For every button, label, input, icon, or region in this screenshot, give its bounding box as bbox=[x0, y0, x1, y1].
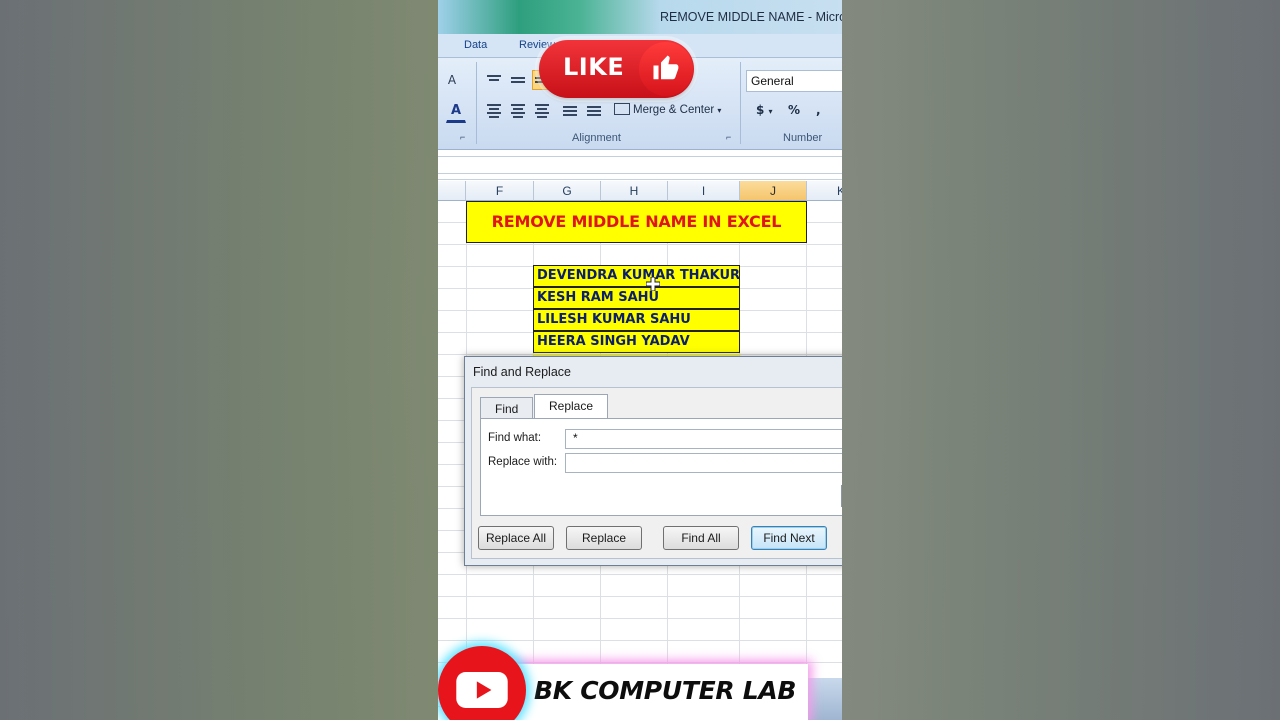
video-frame: REMOVE MIDDLE NAME - Micros Data Review … bbox=[438, 0, 842, 720]
merge-center-button[interactable]: Merge & Center ▾ bbox=[614, 103, 721, 116]
column-header-j[interactable]: J bbox=[740, 181, 807, 201]
thumbs-up-badge bbox=[639, 42, 693, 96]
name-cell-3[interactable]: LILESH KUMAR SAHU bbox=[533, 309, 740, 331]
percent-style-button[interactable]: % bbox=[788, 103, 800, 117]
align-top-icon[interactable] bbox=[484, 68, 504, 88]
replace-panel: Find what: * Replace with: bbox=[480, 418, 842, 516]
replace-all-button[interactable]: Replace All bbox=[478, 526, 554, 550]
column-header-f[interactable]: F bbox=[466, 181, 534, 201]
column-header-partial bbox=[438, 181, 466, 201]
column-header-i[interactable]: I bbox=[668, 181, 740, 201]
like-badge[interactable]: LIKE bbox=[539, 40, 694, 98]
align-center-icon[interactable] bbox=[508, 101, 528, 121]
tab-find[interactable]: Find bbox=[480, 397, 534, 419]
find-next-button[interactable]: Find Next bbox=[751, 526, 827, 550]
font-dialog-launcher-icon[interactable]: ⌐ bbox=[460, 132, 465, 142]
replace-with-label: Replace with: bbox=[488, 456, 558, 468]
name-cell-4[interactable]: HEERA SINGH YADAV bbox=[533, 331, 740, 353]
increase-indent-icon[interactable] bbox=[584, 101, 604, 121]
channel-name: BK COMPUTER LAB bbox=[534, 676, 797, 705]
blurred-backdrop-right bbox=[842, 0, 1280, 720]
column-header-h[interactable]: H bbox=[601, 181, 668, 201]
find-what-label: Find what: bbox=[488, 432, 542, 444]
number-format-select[interactable]: General bbox=[746, 70, 842, 92]
formula-bar[interactable] bbox=[438, 150, 842, 180]
find-all-button[interactable]: Find All bbox=[663, 526, 739, 550]
currency-format-button[interactable]: $ ▾ bbox=[756, 103, 773, 117]
decrease-indent-icon[interactable] bbox=[560, 101, 580, 121]
status-bar-remnant bbox=[808, 678, 842, 720]
align-middle-icon[interactable] bbox=[508, 70, 528, 90]
font-color-icon[interactable]: A bbox=[446, 101, 466, 123]
align-right-icon[interactable] bbox=[532, 101, 552, 121]
number-group-label: Number bbox=[783, 132, 823, 144]
options-button[interactable] bbox=[841, 485, 842, 507]
find-replace-dialog: Find and Replace Find Replace Find what:… bbox=[464, 356, 842, 566]
replace-button[interactable]: Replace bbox=[566, 526, 642, 550]
comma-style-button[interactable]: , bbox=[816, 103, 821, 117]
column-header-k[interactable]: K bbox=[807, 181, 842, 201]
font-size-grow-icon[interactable]: A bbox=[442, 70, 462, 90]
alignment-dialog-launcher-icon[interactable]: ⌐ bbox=[726, 132, 731, 142]
window-titlebar: REMOVE MIDDLE NAME - Micros bbox=[438, 0, 842, 34]
youtube-play-icon bbox=[456, 672, 508, 708]
cell-cursor-icon bbox=[646, 277, 660, 291]
chevron-down-icon: ▾ bbox=[717, 106, 722, 115]
name-cell-2[interactable]: KESH RAM SAHU bbox=[533, 287, 740, 309]
tab-data[interactable]: Data bbox=[464, 39, 487, 51]
replace-with-input[interactable] bbox=[565, 453, 842, 473]
align-left-icon[interactable] bbox=[484, 101, 504, 121]
banner-cell[interactable]: REMOVE MIDDLE NAME IN EXCEL bbox=[466, 201, 807, 243]
currency-icon: $ bbox=[756, 103, 765, 117]
alignment-group-label: Alignment bbox=[572, 132, 621, 144]
like-label: LIKE bbox=[563, 53, 625, 81]
blurred-backdrop-left bbox=[0, 0, 438, 720]
tab-replace[interactable]: Replace bbox=[534, 394, 609, 419]
window-title: REMOVE MIDDLE NAME - Micros bbox=[660, 10, 842, 24]
thumbs-up-icon bbox=[653, 55, 679, 80]
dialog-body: Find Replace Find what: * Replace with: … bbox=[471, 387, 842, 559]
channel-banner: BK COMPUTER LAB bbox=[510, 664, 808, 720]
merge-center-icon bbox=[614, 103, 630, 115]
name-cell-1[interactable]: DEVENDRA KUMAR THAKUR bbox=[533, 265, 740, 287]
merge-center-label: Merge & Center bbox=[633, 104, 715, 116]
formula-input[interactable] bbox=[438, 156, 842, 174]
find-what-input[interactable]: * bbox=[565, 429, 842, 449]
column-header-g[interactable]: G bbox=[534, 181, 601, 201]
dialog-title: Find and Replace bbox=[473, 365, 571, 379]
